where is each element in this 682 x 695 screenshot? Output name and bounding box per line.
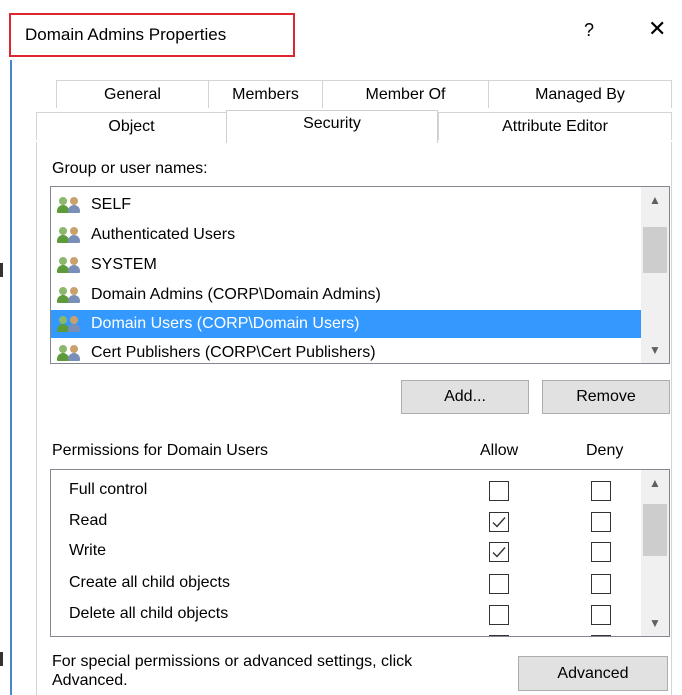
window-left-border <box>10 60 12 695</box>
allow-checkbox[interactable] <box>489 512 509 532</box>
list-item-system[interactable]: SYSTEM <box>57 251 639 279</box>
deny-checkbox[interactable] <box>591 574 611 594</box>
tab-object[interactable]: Object <box>36 112 226 140</box>
advanced-button[interactable]: Advanced <box>518 656 668 691</box>
group-user-list[interactable]: SELF Authenticated Users SYSTEM Domain A… <box>50 186 670 364</box>
add-button[interactable]: Add... <box>401 380 529 414</box>
permission-name: Delete all child objects <box>69 605 229 622</box>
deny-checkbox[interactable] <box>591 605 611 625</box>
scrollbar-thumb[interactable] <box>643 227 667 273</box>
permission-row: Create all child objects <box>51 569 641 600</box>
tab-members[interactable]: Members <box>208 80 322 108</box>
permissions-scrollbar[interactable]: ▲ ▼ <box>641 470 669 636</box>
chevron-down-icon[interactable]: ▼ <box>641 610 669 636</box>
permission-row: Full control <box>51 476 641 507</box>
tab-member-of[interactable]: Member Of <box>322 80 488 108</box>
deny-checkbox[interactable] <box>591 542 611 562</box>
permission-name: Read <box>69 512 108 529</box>
user-group-icon <box>57 343 87 363</box>
user-group-icon <box>57 314 87 334</box>
deny-checkbox[interactable] <box>591 481 611 501</box>
left-edge-marker <box>0 652 3 666</box>
permission-name: Full control <box>69 481 148 498</box>
permissions-list: Full control Read Write Create all child… <box>50 469 670 637</box>
group-list-scrollbar[interactable]: ▲ ▼ <box>641 187 669 363</box>
permission-name: Create all child objects <box>69 574 230 591</box>
window-title-highlight: Domain Admins Properties <box>9 13 295 57</box>
allow-column-header: Allow <box>480 442 519 459</box>
list-item-domain-users[interactable]: Domain Users (CORP\Domain Users) <box>51 310 641 338</box>
list-item-self[interactable]: SELF <box>57 191 639 219</box>
tab-general[interactable]: General <box>56 80 208 108</box>
deny-checkbox[interactable] <box>591 512 611 532</box>
help-button[interactable]: ? <box>584 20 594 41</box>
user-group-icon <box>57 225 87 245</box>
user-group-icon <box>57 255 87 275</box>
chevron-up-icon[interactable]: ▲ <box>641 470 669 496</box>
scrollbar-thumb[interactable] <box>643 504 667 556</box>
allow-checkbox[interactable] <box>489 481 509 501</box>
list-item-authenticated-users[interactable]: Authenticated Users <box>57 221 639 249</box>
remove-button[interactable]: Remove <box>542 380 670 414</box>
allow-checkbox[interactable] <box>489 542 509 562</box>
checkmark-icon <box>492 547 506 558</box>
permission-row-partial <box>51 630 641 636</box>
tab-security[interactable]: Security <box>226 110 438 143</box>
list-item-cert-publishers[interactable]: Cert Publishers (CORP\Cert Publishers) <box>57 339 639 363</box>
tab-attribute-editor[interactable]: Attribute Editor <box>438 112 672 140</box>
allow-checkbox[interactable] <box>489 605 509 625</box>
allow-checkbox[interactable] <box>489 574 509 594</box>
deny-checkbox[interactable] <box>591 635 611 636</box>
tab-managed-by[interactable]: Managed By <box>488 80 672 108</box>
allow-checkbox[interactable] <box>489 635 509 636</box>
close-button[interactable]: ✕ <box>648 16 666 42</box>
chevron-up-icon[interactable]: ▲ <box>641 187 669 213</box>
left-edge-marker <box>0 263 3 277</box>
chevron-down-icon[interactable]: ▼ <box>641 337 669 363</box>
permission-row: Write <box>51 537 641 568</box>
advanced-hint-text: For special permissions or advanced sett… <box>52 653 413 689</box>
permission-row: Read <box>51 507 641 538</box>
permission-name: Write <box>69 542 107 559</box>
group-list-label: Group or user names: <box>52 160 208 177</box>
user-group-icon <box>57 285 87 305</box>
permission-row: Delete all child objects <box>51 600 641 631</box>
permissions-label: Permissions for Domain Users <box>52 442 269 459</box>
checkmark-icon <box>492 517 506 528</box>
deny-column-header: Deny <box>586 442 624 459</box>
close-icon: ✕ <box>648 16 667 41</box>
list-item-domain-admins[interactable]: Domain Admins (CORP\Domain Admins) <box>57 281 639 309</box>
user-group-icon <box>57 195 87 215</box>
window-title: Domain Admins Properties <box>25 25 227 44</box>
